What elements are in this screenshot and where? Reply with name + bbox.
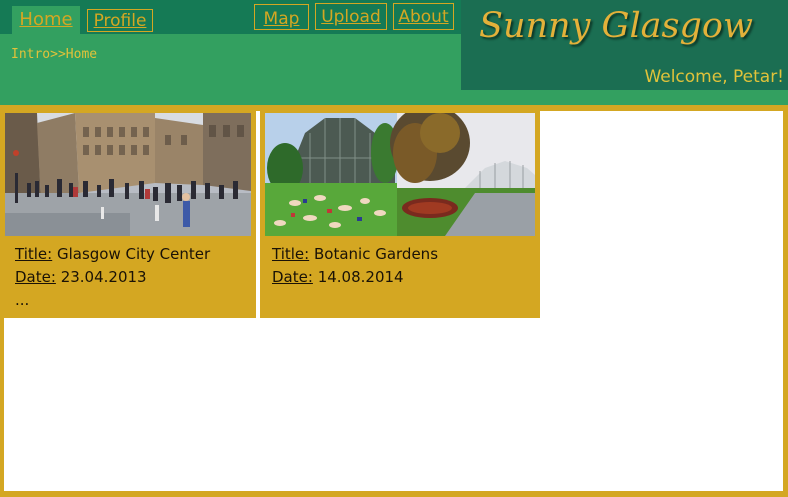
photo-card-glasgow[interactable]: Title: Glasgow City Center Date: 23.04.2… [4, 111, 256, 318]
card-date: 14.08.2014 [317, 268, 404, 286]
card-title: Botanic Gardens [313, 245, 439, 263]
card-title: Glasgow City Center [56, 245, 211, 263]
card-date-row: Date: 23.04.2013 [15, 266, 210, 289]
date-label: Date: [272, 268, 313, 286]
brand-banner: Sunny Glasgow Welcome, Petar! [461, 0, 788, 90]
nav-upload-link[interactable]: Upload [315, 3, 387, 30]
nav-map-link[interactable]: Map [254, 4, 309, 30]
botanic-gardens-photo[interactable] [265, 113, 535, 236]
card-date-row: Date: 14.08.2014 [272, 266, 438, 289]
card-title-row: Title: Glasgow City Center [15, 243, 210, 266]
title-label: Title: [15, 245, 53, 263]
welcome-message: Welcome, Petar! [644, 67, 784, 87]
card-info: Title: Glasgow City Center Date: 23.04.2… [15, 243, 210, 312]
nav-home-link[interactable]: Home [12, 6, 80, 34]
card-date: 23.04.2013 [60, 268, 147, 286]
date-label: Date: [15, 268, 56, 286]
breadcrumb: Intro>>Home [11, 47, 98, 62]
nav-about-link[interactable]: About [393, 3, 454, 30]
city-street-photo[interactable] [5, 113, 251, 236]
photo-card-botanic[interactable]: Title: Botanic Gardens Date: 14.08.2014 [260, 111, 540, 318]
main-content: Title: Glasgow City Center Date: 23.04.2… [4, 111, 783, 491]
card-title-row: Title: Botanic Gardens [272, 243, 438, 266]
nav-profile-link[interactable]: Profile [87, 9, 153, 32]
title-label: Title: [272, 245, 310, 263]
card-more: ... [15, 291, 30, 309]
card-info: Title: Botanic Gardens Date: 14.08.2014 [272, 243, 438, 289]
header: Home Profile Map Upload About Intro>>Hom… [0, 0, 788, 105]
site-title: Sunny Glasgow [479, 6, 753, 46]
